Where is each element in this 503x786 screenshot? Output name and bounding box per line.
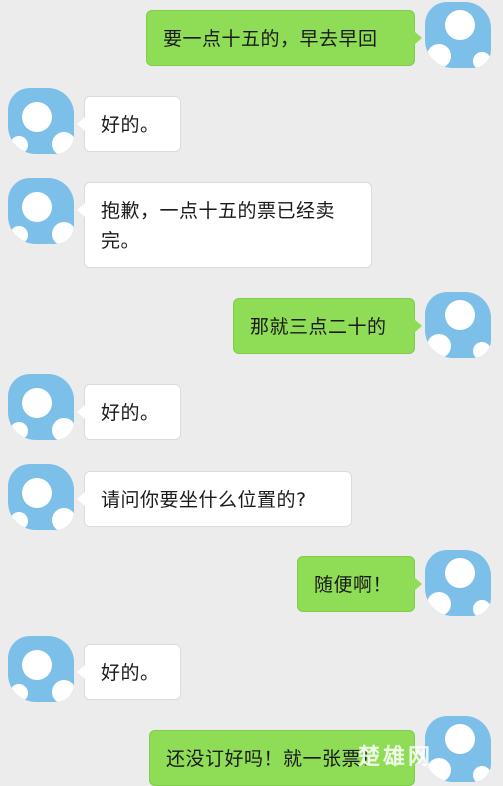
avatar-pattern (52, 132, 74, 154)
contact-avatar[interactable] (8, 464, 74, 530)
contact-avatar[interactable] (8, 636, 74, 702)
incoming-message-bubble[interactable]: 好的。 (77, 644, 181, 700)
avatar-pattern (473, 342, 491, 358)
incoming-message-bubble[interactable]: 抱歉，一点十五的票已经卖完。 (77, 182, 372, 268)
avatar-pattern (10, 422, 28, 440)
avatar-pattern (445, 724, 475, 754)
my-avatar[interactable] (425, 550, 491, 616)
message-text: 要一点十五的，早去早回 (163, 28, 378, 50)
contact-avatar[interactable] (8, 88, 74, 154)
my-avatar[interactable] (425, 716, 491, 782)
message-text: 好的。 (101, 662, 160, 684)
avatar-pattern (427, 592, 451, 616)
avatar-pattern (473, 766, 491, 782)
avatar-pattern (52, 418, 74, 440)
avatar-pattern (473, 600, 491, 616)
avatar-pattern (445, 10, 475, 40)
avatar-pattern (52, 222, 74, 244)
avatar-pattern (10, 136, 28, 154)
incoming-message-bubble[interactable]: 好的。 (77, 96, 181, 152)
outgoing-message-bubble[interactable]: 要一点十五的，早去早回 (146, 10, 422, 66)
outgoing-message-bubble[interactable]: 随便啊！ (297, 556, 422, 612)
outgoing-message-bubble[interactable]: 那就三点二十的 (233, 298, 422, 354)
avatar-pattern (52, 508, 74, 530)
avatar-pattern (52, 680, 74, 702)
message-text: 随便啊！ (314, 574, 393, 596)
incoming-message-bubble[interactable]: 请问你要坐什么位置的? (77, 471, 352, 527)
avatar-pattern (445, 300, 475, 330)
my-avatar[interactable] (425, 292, 491, 358)
avatar-pattern (22, 478, 52, 508)
avatar-pattern (22, 102, 52, 132)
message-text: 好的。 (101, 402, 160, 424)
message-text: 抱歉，一点十五的票已经卖完。 (101, 200, 336, 252)
chat-conversation: 要一点十五的，早去早回 好的。 抱歉，一点十五的票已经卖完。 那就三点二十的 好… (0, 0, 503, 786)
avatar-pattern (22, 650, 52, 680)
message-text: 还没订好吗！就一张票！ (166, 748, 381, 770)
contact-avatar[interactable] (8, 178, 74, 244)
avatar-pattern (427, 44, 451, 68)
site-watermark: 楚雄网 (357, 745, 433, 770)
avatar-pattern (427, 334, 451, 358)
my-avatar[interactable] (425, 2, 491, 68)
avatar-pattern (473, 52, 491, 68)
message-text: 好的。 (101, 114, 160, 136)
avatar-pattern (22, 388, 52, 418)
avatar-pattern (22, 192, 52, 222)
message-text: 请问你要坐什么位置的? (101, 489, 307, 511)
avatar-pattern (10, 512, 28, 530)
incoming-message-bubble[interactable]: 好的。 (77, 384, 181, 440)
contact-avatar[interactable] (8, 374, 74, 440)
avatar-pattern (445, 558, 475, 588)
avatar-pattern (10, 226, 28, 244)
avatar-pattern (10, 684, 28, 702)
message-text: 那就三点二十的 (250, 316, 387, 338)
